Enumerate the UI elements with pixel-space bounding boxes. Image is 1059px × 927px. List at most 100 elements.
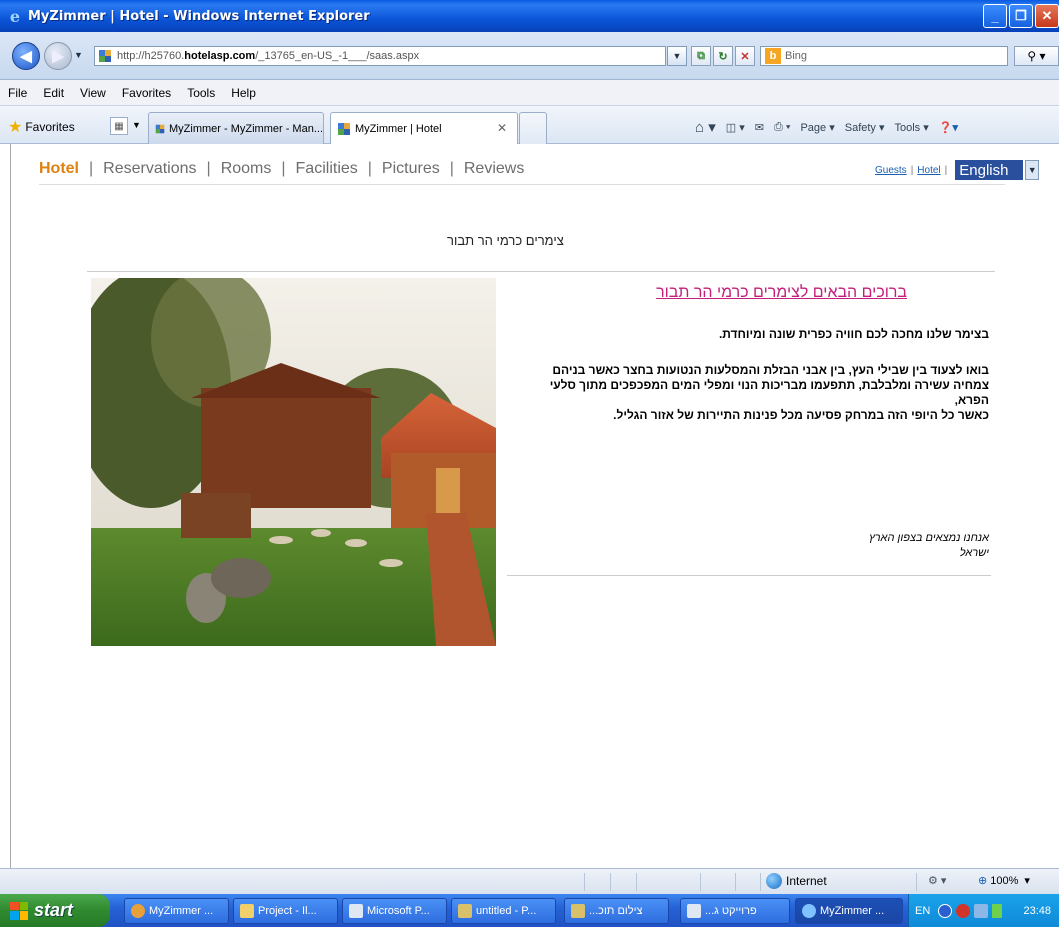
feeds-icon[interactable]: ◫ ▾ — [726, 121, 745, 134]
nav-separator: | — [206, 160, 211, 177]
close-button[interactable]: ✕ — [1035, 4, 1059, 28]
task-chrome[interactable]: MyZimmer ... — [124, 898, 229, 924]
task-paint[interactable]: untitled - P... — [451, 898, 556, 924]
tab-myzimmer-manage[interactable]: MyZimmer - MyZimmer - Man... — [148, 112, 324, 144]
powerpoint-icon — [349, 904, 363, 918]
print-icon[interactable]: ⎙ ▾ — [774, 121, 790, 134]
menu-bar: File Edit View Favorites Tools Help — [0, 80, 1059, 106]
zoom-icon: ⊕ — [978, 875, 988, 887]
menu-tools[interactable]: Tools — [187, 86, 215, 100]
task-folder[interactable]: Project - Il... — [233, 898, 338, 924]
paint-icon — [458, 904, 472, 918]
refresh-icon[interactable]: ↻ — [713, 46, 733, 66]
command-bar: ⌂ ▾ ◫ ▾ ✉ ⎙ ▾ Page ▾ Safety ▾ Tools ▾ ❓▾ — [695, 118, 968, 136]
home-icon[interactable]: ⌂ ▾ — [695, 118, 716, 136]
nav-separator: | — [449, 160, 454, 177]
document-icon — [687, 904, 701, 918]
menu-file[interactable]: File — [8, 86, 27, 100]
guests-link[interactable]: Guests — [875, 165, 907, 176]
address-toolbar: ◀ ▶ ▼ http://h25760. hotelasp.com/_13765_… — [0, 32, 1059, 80]
nav-reviews[interactable]: Reviews — [464, 160, 524, 178]
menu-view[interactable]: View — [80, 86, 106, 100]
stop-icon[interactable]: ✕ — [735, 46, 755, 66]
nav-hotel[interactable]: Hotel — [39, 160, 79, 178]
safety-menu[interactable]: Safety ▾ — [845, 121, 885, 134]
language-select[interactable]: English — [955, 160, 1024, 180]
maximize-button[interactable]: ❐ — [1009, 4, 1033, 28]
task-label: MyZimmer ... — [820, 905, 885, 917]
search-button[interactable]: ⚲ ▾ — [1014, 46, 1059, 66]
system-tray: EN 23:48 — [908, 894, 1059, 927]
top-links: Guests | Hotel | English ▼ — [875, 160, 1040, 180]
forward-button[interactable]: ▶ — [44, 42, 72, 70]
content-divider-bottom — [507, 575, 991, 576]
ie-logo-icon: e — [9, 6, 21, 26]
search-input[interactable]: b Bing — [760, 46, 1008, 66]
nav-facilities[interactable]: Facilities — [296, 160, 358, 178]
nav-reservations[interactable]: Reservations — [103, 160, 196, 178]
read-mail-icon[interactable]: ✉ — [755, 121, 764, 134]
site-title: צימרים כרמי הר תבור — [447, 233, 564, 248]
task-ie-myzimmer[interactable]: MyZimmer ... — [795, 898, 903, 924]
url-domain: hotelasp.com — [184, 50, 256, 62]
close-tab-icon[interactable]: ✕ — [497, 121, 507, 135]
nav-separator: | — [89, 160, 94, 177]
menu-edit[interactable]: Edit — [43, 86, 64, 100]
history-dropdown-icon[interactable]: ▼ — [74, 50, 83, 60]
compat-view-icon[interactable]: ⧉ — [691, 46, 711, 66]
nav-pictures[interactable]: Pictures — [382, 160, 440, 178]
favorites-bar: ★ Favorites ▦ ▼ MyZimmer - MyZimmer - Ma… — [0, 106, 1059, 144]
language-indicator[interactable]: EN — [915, 905, 930, 917]
network-signal-icon[interactable] — [992, 903, 1003, 918]
volume-icon[interactable] — [974, 903, 989, 918]
minimize-button[interactable]: _ — [983, 4, 1007, 28]
task-label: ...פרוייקט ג — [705, 905, 757, 917]
ie-icon — [802, 904, 816, 918]
nav-rooms[interactable]: Rooms — [221, 160, 272, 178]
menu-help[interactable]: Help — [231, 86, 256, 100]
zone-label: Internet — [786, 874, 827, 888]
address-input[interactable]: http://h25760. hotelasp.com/_13765_en-US_… — [94, 46, 666, 66]
welcome-title[interactable]: ברוכים הבאים לצימרים כרמי הר תבור — [611, 284, 907, 302]
favorites-label: Favorites — [25, 120, 75, 134]
location-line: אנחנו נמצאים בצפון הארץ — [869, 532, 989, 544]
window-titlebar[interactable]: e MyZimmer | Hotel - Windows Internet Ex… — [0, 0, 1059, 32]
status-cell — [735, 873, 736, 891]
tools-menu[interactable]: Tools ▾ — [895, 121, 929, 134]
globe-icon — [766, 873, 782, 889]
hotel-link[interactable]: Hotel — [917, 165, 940, 176]
favorites-button[interactable]: ★ Favorites — [8, 117, 75, 137]
zoom-dropdown-icon: ▾ — [1024, 875, 1030, 887]
chrome-icon — [131, 904, 145, 918]
bing-icon: b — [765, 48, 781, 64]
page-menu[interactable]: Page ▾ — [800, 121, 834, 134]
location-country: ישראל — [959, 547, 989, 559]
task-project[interactable]: ...פרוייקט ג — [680, 898, 790, 924]
search-placeholder: Bing — [785, 50, 808, 62]
menu-favorites[interactable]: Favorites — [122, 86, 171, 100]
language-dropdown-icon[interactable]: ▼ — [1025, 160, 1040, 180]
window-title: MyZimmer | Hotel - Windows Internet Expl… — [28, 8, 370, 24]
link-separator: | — [910, 164, 914, 176]
help-icon[interactable]: ❓▾ — [939, 121, 958, 134]
zoom-control[interactable]: ⊕ 100% ▾ — [978, 874, 1030, 888]
security-zone[interactable]: Internet — [766, 873, 827, 889]
protected-mode-icon[interactable]: ⚙ ▾ — [928, 874, 946, 887]
quick-tabs-icon[interactable]: ▦ — [110, 117, 128, 135]
url-suffix: /_13765_en-US_-1___/saas.aspx — [255, 50, 420, 62]
description-line: כאשר כל היופי הזה במרחק פסיעה מכל פנינות… — [613, 408, 989, 422]
tab-label: MyZimmer - MyZimmer - Man... — [169, 122, 323, 135]
start-button[interactable]: start — [0, 894, 110, 927]
task-screenshot[interactable]: ...צילום תוכ — [564, 898, 669, 924]
address-dropdown-icon[interactable]: ▼ — [667, 46, 687, 66]
status-cell — [760, 873, 761, 891]
tab-myzimmer-hotel[interactable]: MyZimmer | Hotel ✕ — [330, 112, 518, 144]
new-tab-button[interactable] — [519, 112, 547, 144]
tab-list-dropdown-icon[interactable]: ▼ — [132, 120, 141, 130]
back-button[interactable]: ◀ — [12, 42, 40, 70]
site-nav: Hotel | Reservations | Rooms | Facilitie… — [39, 160, 524, 178]
description-line: הפרא, — [954, 393, 989, 407]
task-powerpoint[interactable]: Microsoft P... — [342, 898, 447, 924]
site-favicon-icon — [99, 50, 111, 62]
tray-arrow-icon[interactable] — [938, 903, 953, 918]
